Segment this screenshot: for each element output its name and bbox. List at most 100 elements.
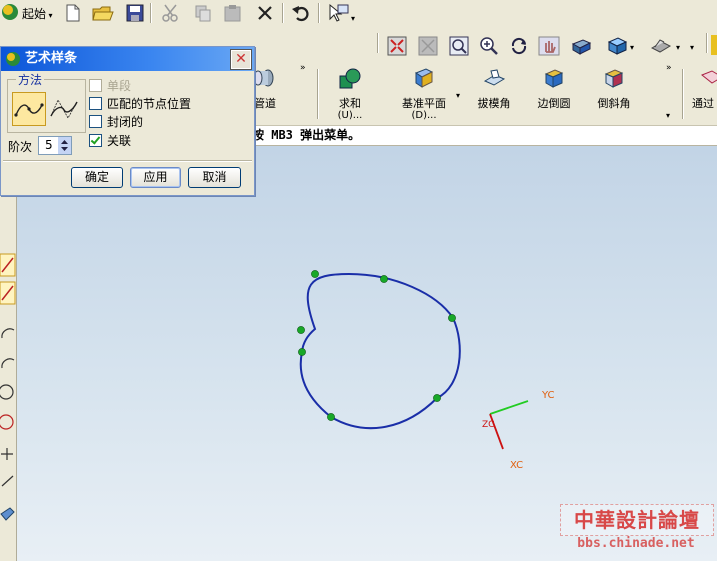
feature-unite[interactable]: 求和 (U)... (332, 67, 368, 121)
spline-point[interactable] (311, 270, 319, 278)
feature-chamfer[interactable]: 倒斜角 (594, 67, 634, 111)
match-knot-option[interactable]: 匹配的节点位置 (89, 95, 191, 111)
spline-point[interactable] (327, 413, 335, 421)
method-group-label: 方法 (16, 71, 45, 88)
closed-label: 封闭的 (107, 114, 144, 129)
arc-tool-2-icon[interactable] (1, 358, 15, 369)
single-segment-checkbox[interactable] (89, 78, 102, 92)
svg-text:▾: ▾ (351, 14, 355, 23)
spline-point[interactable] (297, 326, 305, 334)
datum-plane-dropdown-icon[interactable]: ▾ (456, 91, 460, 100)
curve-palette (0, 196, 17, 561)
feature-chamfer-label: 倒斜角 (597, 97, 631, 110)
dialog-title-bar[interactable]: 艺术样条 ✕ (1, 47, 254, 71)
zoom-icon[interactable] (478, 35, 500, 57)
closed-checkbox[interactable] (89, 114, 102, 128)
open-folder-icon[interactable] (92, 2, 114, 24)
wcs-triad: ZC YC XC (482, 390, 555, 471)
single-segment-label: 单段 (107, 78, 132, 93)
spline-dialog-icon (6, 52, 20, 66)
z-axis-label: ZC (482, 420, 494, 430)
features-dropdown-icon[interactable]: ▾ (666, 111, 670, 120)
art-spline-curve[interactable] (299, 272, 461, 430)
apply-button[interactable]: 应用 (130, 167, 181, 188)
rotate-icon[interactable] (508, 35, 530, 57)
feature-datum-plane-label: 基准平面 (402, 97, 446, 110)
nx-logo-icon[interactable] (0, 1, 20, 23)
new-file-icon[interactable] (62, 2, 84, 24)
curve-tool-icon[interactable] (1, 475, 14, 487)
associative-option[interactable]: 关联 (89, 132, 131, 148)
feature-through-curves-label: 通过 (692, 97, 714, 110)
zoom-box-icon[interactable] (448, 35, 470, 57)
ok-button[interactable]: 确定 (71, 167, 123, 188)
by-poles-method-button[interactable] (48, 92, 80, 124)
feature-through-curves[interactable]: 通过 (692, 67, 717, 111)
circle-tool-icon[interactable] (0, 384, 14, 400)
cue-line-text: 上按 MB3 弹出菜单。 (240, 128, 361, 142)
top-toolbar: 起始 ▾ ▾ (0, 0, 717, 28)
y-axis-line (489, 400, 529, 415)
degree-spinner[interactable]: 5 (38, 136, 72, 155)
point-tool-icon[interactable] (1, 448, 13, 460)
spline-point[interactable] (433, 394, 441, 402)
arc-tool-icon[interactable] (1, 328, 15, 339)
through-points-icon (14, 103, 44, 117)
spline-point[interactable] (298, 348, 306, 356)
start-menu-label: 起始 (22, 7, 47, 21)
save-icon[interactable] (124, 2, 146, 24)
fit-view-icon[interactable] (386, 35, 408, 57)
cut-icon[interactable] (160, 2, 182, 24)
cancel-button[interactable]: 取消 (188, 167, 241, 188)
spline-scene[interactable]: ZC YC XC (17, 146, 717, 561)
graphics-window[interactable]: ZC YC XC (17, 146, 717, 561)
render-style-icon[interactable]: ▾ (606, 35, 638, 57)
feature-edge-blend[interactable]: 边倒圆 (532, 67, 576, 111)
undo-icon[interactable] (290, 2, 312, 24)
circle-tool-2-icon[interactable] (0, 414, 14, 430)
toolbar-overflow-icon[interactable]: ▾ (690, 43, 694, 52)
x-axis-label: XC (510, 460, 523, 471)
spline-point[interactable] (380, 275, 388, 283)
feature-unite-sub: (U)... (337, 110, 363, 121)
feature-draft[interactable]: 拔模角 (474, 67, 514, 111)
surface-tool-icon[interactable] (0, 507, 15, 521)
watermark-url: bbs.chinade.net (577, 536, 695, 551)
associative-checkbox[interactable] (89, 133, 102, 147)
art-spline-dialog: 艺术样条 ✕ 方法 阶次 5 单段 匹配的节点位置 封闭的 关联 确定 应用 取… (0, 46, 255, 196)
feature-unite-label: 求和 (339, 97, 361, 110)
svg-text:▾: ▾ (630, 43, 634, 52)
through-points-method-button[interactable] (12, 92, 46, 126)
feature-datum-plane[interactable]: 基准平面 (D)... (396, 67, 452, 121)
single-segment-option[interactable]: 单段 (89, 77, 131, 93)
chamfer-icon (604, 69, 624, 88)
closed-option[interactable]: 封闭的 (89, 113, 143, 129)
feature-datum-plane-sub: (D)... (411, 110, 437, 121)
close-icon[interactable]: ✕ (230, 49, 252, 70)
degree-spinner-arrows[interactable] (58, 137, 71, 154)
toolbar-chevron-2-icon[interactable]: » (666, 63, 672, 73)
y-axis-label: YC (541, 390, 555, 401)
svg-text:▾: ▾ (676, 43, 680, 52)
pan-icon[interactable] (538, 35, 560, 57)
line-tool-icon[interactable] (0, 253, 16, 277)
selection-filter-icon[interactable]: ▾ (326, 2, 356, 24)
watermark-title: 中華設計論壇 (560, 504, 714, 536)
match-knot-checkbox[interactable] (89, 96, 102, 110)
toolbar-chevron-icon[interactable]: » (300, 63, 306, 73)
paste-icon[interactable] (222, 2, 244, 24)
spline-point[interactable] (448, 314, 456, 322)
degree-label: 阶次 (8, 140, 33, 154)
dialog-title: 艺术样条 (25, 51, 78, 66)
zoom-window-icon[interactable] (417, 35, 439, 57)
match-knot-label: 匹配的节点位置 (107, 96, 192, 111)
line-tool-2-icon[interactable] (0, 281, 16, 305)
copy-icon[interactable] (192, 2, 214, 24)
tube-icon (253, 69, 274, 87)
shaded-view-icon[interactable] (570, 35, 592, 57)
through-curves-icon (701, 70, 717, 84)
start-menu[interactable]: 起始 ▾ (22, 5, 53, 22)
feature-draft-label: 拔模角 (477, 97, 511, 110)
view-orientation-icon[interactable]: ▾ (650, 35, 684, 57)
delete-icon[interactable] (254, 2, 276, 24)
